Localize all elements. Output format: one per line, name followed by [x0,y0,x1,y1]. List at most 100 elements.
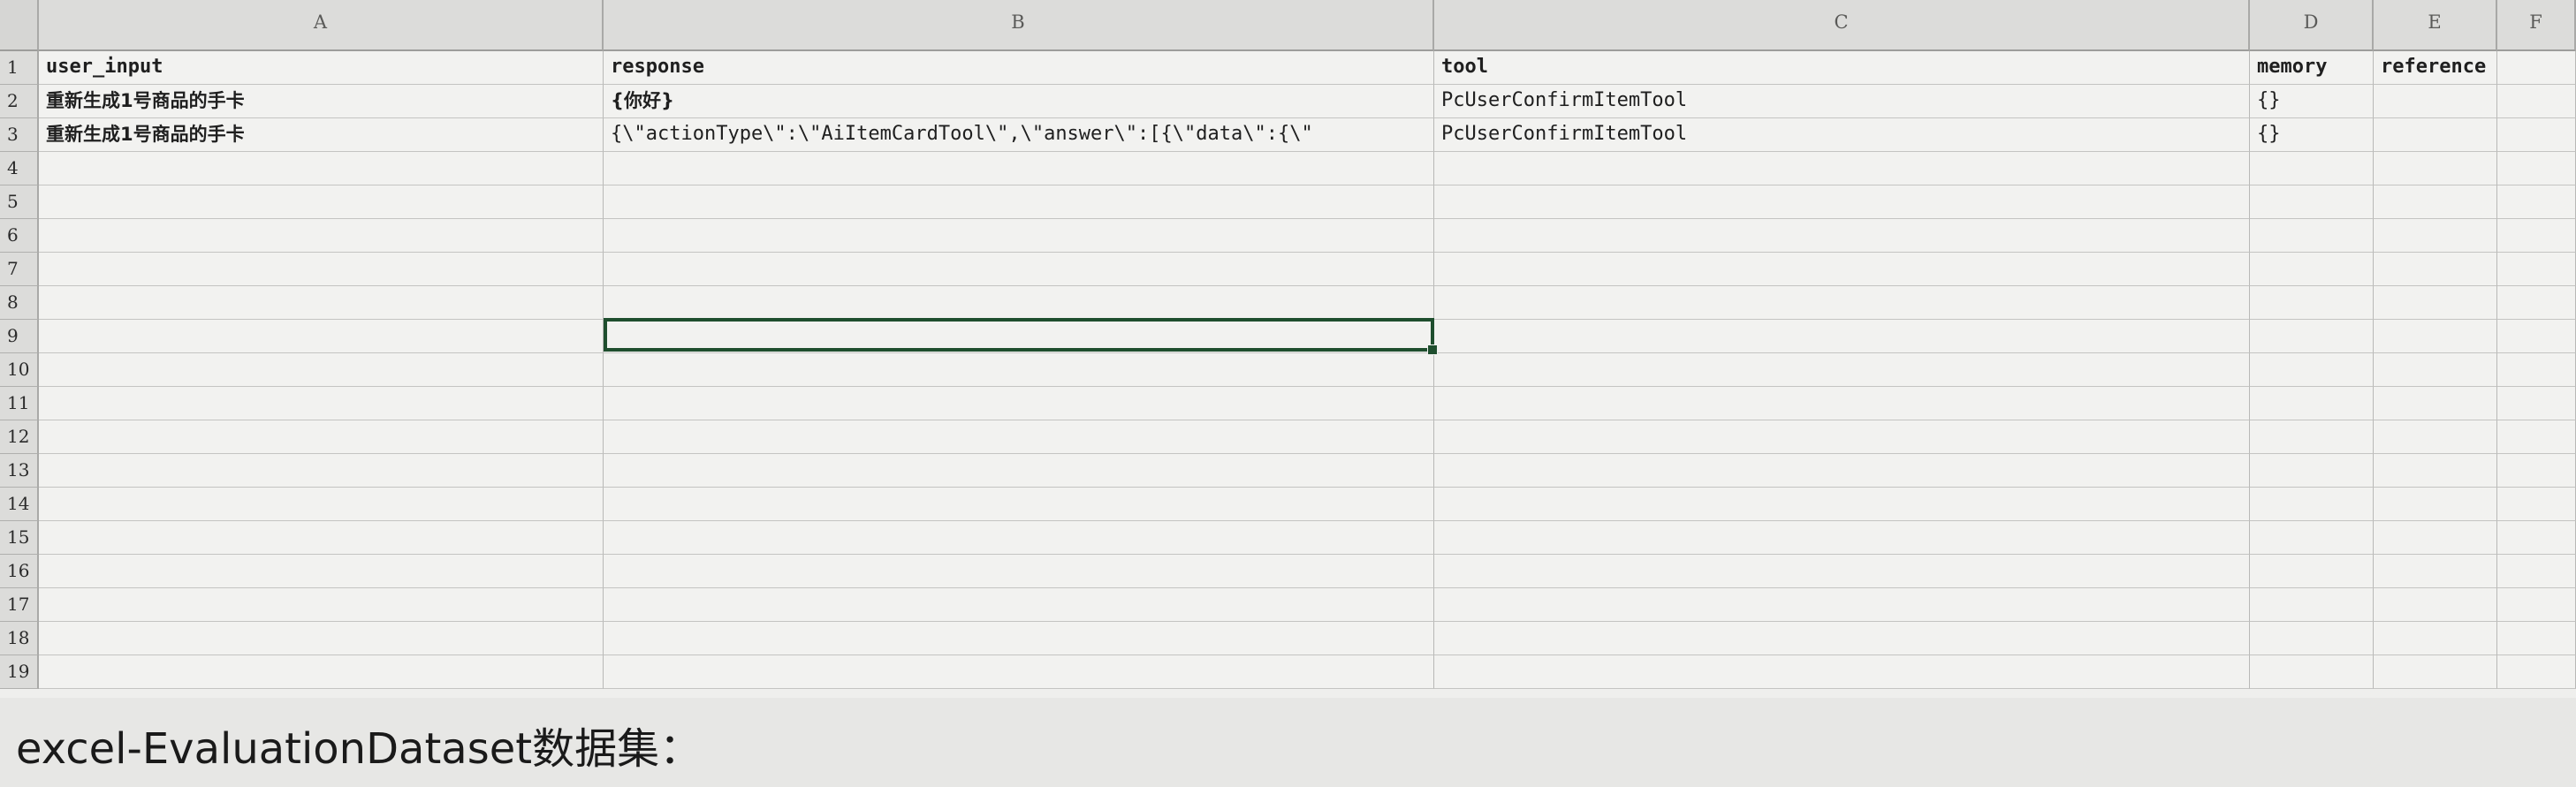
cell-b16[interactable] [604,555,1434,588]
cell-e19[interactable] [2374,655,2497,689]
cell-d3[interactable]: {} [2250,118,2374,152]
cell-b15[interactable] [604,521,1434,555]
cell-a12[interactable] [39,420,604,454]
cell-a7[interactable] [39,253,604,286]
cell-f10[interactable] [2497,353,2576,387]
row-header-14[interactable]: 14 [0,488,39,521]
cell-c17[interactable] [1434,588,2250,622]
cell-e9[interactable] [2374,320,2497,353]
cell-e3[interactable] [2374,118,2497,152]
row-header-7[interactable]: 7 [0,253,39,286]
cell-c4[interactable] [1434,152,2250,185]
cell-b19[interactable] [604,655,1434,689]
cell-a9[interactable] [39,320,604,353]
cell-d4[interactable] [2250,152,2374,185]
fill-handle[interactable] [1427,344,1438,355]
cell-e13[interactable] [2374,454,2497,488]
cell-d16[interactable] [2250,555,2374,588]
cell-c14[interactable] [1434,488,2250,521]
cell-a1[interactable]: user_input [39,51,604,85]
cell-d8[interactable] [2250,286,2374,320]
cell-d15[interactable] [2250,521,2374,555]
cell-e7[interactable] [2374,253,2497,286]
cell-d10[interactable] [2250,353,2374,387]
cell-e18[interactable] [2374,622,2497,655]
cell-f8[interactable] [2497,286,2576,320]
row-header-6[interactable]: 6 [0,219,39,253]
cell-c7[interactable] [1434,253,2250,286]
cell-e8[interactable] [2374,286,2497,320]
cell-d9[interactable] [2250,320,2374,353]
cell-c19[interactable] [1434,655,2250,689]
column-header-a[interactable]: A [39,0,604,51]
row-header-11[interactable]: 11 [0,387,39,420]
cell-e11[interactable] [2374,387,2497,420]
cell-d1[interactable]: memory [2250,51,2374,85]
cell-d2[interactable]: {} [2250,85,2374,118]
row-header-9[interactable]: 9 [0,320,39,353]
row-header-8[interactable]: 8 [0,286,39,320]
cell-f17[interactable] [2497,588,2576,622]
column-header-f[interactable]: F [2497,0,2576,51]
cell-e2[interactable] [2374,85,2497,118]
cell-b14[interactable] [604,488,1434,521]
cell-b7[interactable] [604,253,1434,286]
cell-b13[interactable] [604,454,1434,488]
cell-c2[interactable]: PcUserConfirmItemTool [1434,85,2250,118]
cell-e14[interactable] [2374,488,2497,521]
column-header-c[interactable]: C [1434,0,2250,51]
cell-f11[interactable] [2497,387,2576,420]
cell-e4[interactable] [2374,152,2497,185]
row-header-19[interactable]: 19 [0,655,39,689]
row-header-17[interactable]: 17 [0,588,39,622]
cell-d11[interactable] [2250,387,2374,420]
cell-b1[interactable]: response [604,51,1434,85]
cell-d6[interactable] [2250,219,2374,253]
cell-c1[interactable]: tool [1434,51,2250,85]
row-header-1[interactable]: 1 [0,51,39,85]
cell-b4[interactable] [604,152,1434,185]
row-header-3[interactable]: 3 [0,118,39,152]
column-header-d[interactable]: D [2250,0,2374,51]
cell-c10[interactable] [1434,353,2250,387]
cell-a14[interactable] [39,488,604,521]
cell-c3[interactable]: PcUserConfirmItemTool [1434,118,2250,152]
cell-f1[interactable] [2497,51,2576,85]
cell-e10[interactable] [2374,353,2497,387]
cell-c6[interactable] [1434,219,2250,253]
cell-a8[interactable] [39,286,604,320]
cell-d7[interactable] [2250,253,2374,286]
cell-f5[interactable] [2497,185,2576,219]
cell-f12[interactable] [2497,420,2576,454]
cell-f16[interactable] [2497,555,2576,588]
cell-f2[interactable] [2497,85,2576,118]
cell-a3[interactable]: 重新生成1号商品的手卡 [39,118,604,152]
row-header-13[interactable]: 13 [0,454,39,488]
cell-e12[interactable] [2374,420,2497,454]
column-header-b[interactable]: B [604,0,1434,51]
cell-f18[interactable] [2497,622,2576,655]
row-header-18[interactable]: 18 [0,622,39,655]
row-header-12[interactable]: 12 [0,420,39,454]
row-header-5[interactable]: 5 [0,185,39,219]
cell-d14[interactable] [2250,488,2374,521]
cell-b11[interactable] [604,387,1434,420]
cell-b10[interactable] [604,353,1434,387]
cell-c9[interactable] [1434,320,2250,353]
cell-b12[interactable] [604,420,1434,454]
cell-b18[interactable] [604,622,1434,655]
cell-a16[interactable] [39,555,604,588]
row-header-15[interactable]: 15 [0,521,39,555]
cell-f15[interactable] [2497,521,2576,555]
cell-e16[interactable] [2374,555,2497,588]
cell-a10[interactable] [39,353,604,387]
cell-a13[interactable] [39,454,604,488]
cell-f19[interactable] [2497,655,2576,689]
row-header-2[interactable]: 2 [0,85,39,118]
cell-d5[interactable] [2250,185,2374,219]
cell-a5[interactable] [39,185,604,219]
cell-c15[interactable] [1434,521,2250,555]
cell-e17[interactable] [2374,588,2497,622]
cell-f9[interactable] [2497,320,2576,353]
cell-b8[interactable] [604,286,1434,320]
